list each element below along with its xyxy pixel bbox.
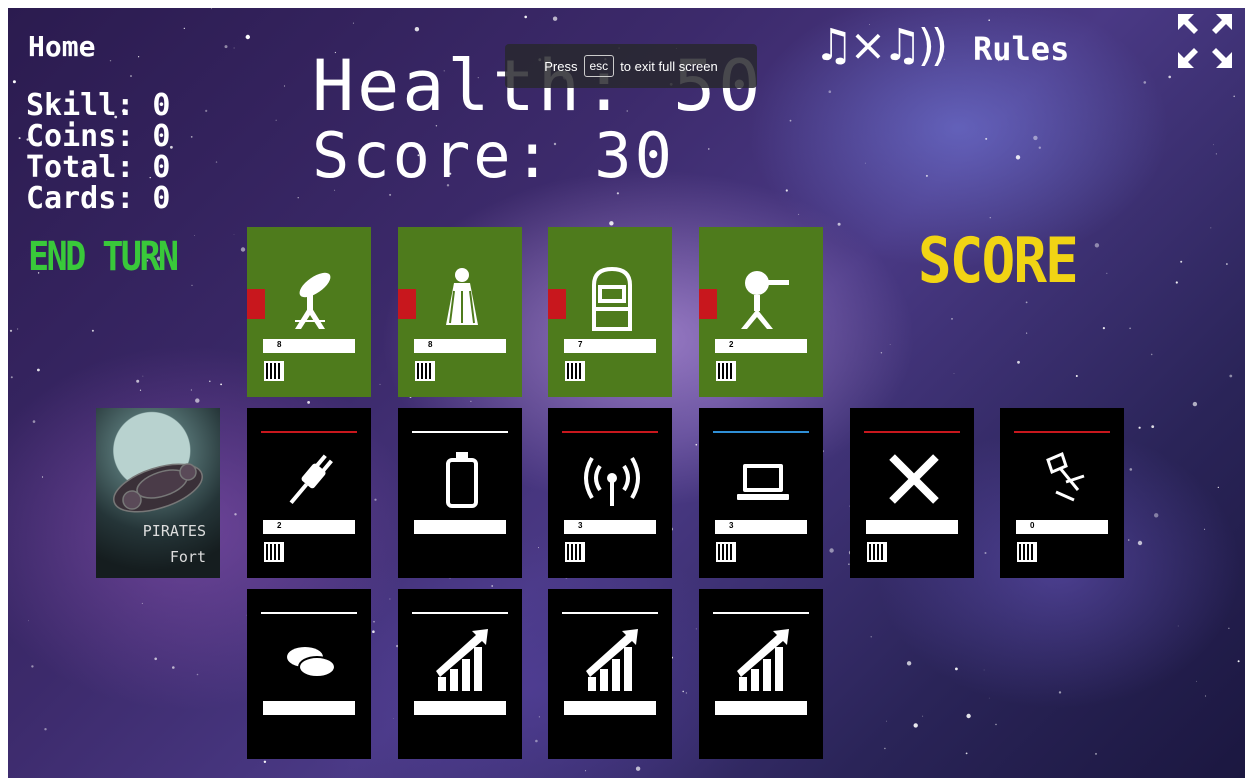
green-card-satellite[interactable]: 8 [247,227,371,397]
qr-code [716,542,736,562]
card-stat-bar: 2 [715,339,807,353]
card-top-line [562,612,658,614]
qr-code [415,361,435,381]
score-display: Score: 30 [312,119,675,192]
card-stat-bar: 8 [414,339,506,353]
growth-chart-icon [586,629,638,691]
card-top-line [864,431,960,433]
cards-stat: Cards: 0 [26,181,171,216]
pirates-subtitle: Fort [169,548,206,566]
end-turn-button[interactable]: END TURN [28,234,179,280]
home-link[interactable]: Home [28,30,95,63]
qr-code [867,542,887,562]
esc-key-badge: esc [583,55,615,77]
fullscreen-exit-toast: Press esc to exit full screen [505,44,757,88]
pirates-title: PIRATES [142,522,206,540]
game-board: Home Skill: 0 Coins: 0 Total: 0 Cards: 0… [8,8,1245,778]
card-stat-bar: 3 [715,520,807,534]
green-card-shuttlecock[interactable]: 8 [398,227,522,397]
stats-panel: Skill: 0 Coins: 0 Total: 0 Cards: 0 [26,90,171,214]
card-top-line [261,431,357,433]
growth-chart-icon [436,629,488,691]
shuttlecock-icon [446,268,478,325]
signal-tower-icon [584,456,640,506]
coins-stat: Coins: 0 [26,119,171,154]
card-top-line [412,612,508,614]
card-top-line [1014,431,1110,433]
black-card-growth-1[interactable] [398,589,522,759]
black-card-signal[interactable]: 3 [548,408,672,578]
red-tab [247,289,265,319]
black-card-laptop[interactable]: 3 [699,408,823,578]
card-stat-bar [414,701,506,715]
black-card-ruler-pencil[interactable] [850,408,974,578]
card-stat-bar: 7 [564,339,656,353]
qr-code [264,542,284,562]
spaceship-icon [113,463,203,513]
total-stat: Total: 0 [26,150,171,185]
qr-code [264,361,284,381]
card-stat-bar [715,701,807,715]
laptop-icon [737,464,789,500]
card-stat-bar [564,701,656,715]
black-card-drone[interactable]: 0 [1000,408,1124,578]
black-card-growth-2[interactable] [548,589,672,759]
music-toggle-icon[interactable]: ♫×♫)) [814,20,948,71]
card-stat-bar: 0 [1016,520,1108,534]
score-button[interactable]: SCORE [918,224,1079,297]
pirates-fort-card[interactable]: PIRATES Fort [96,408,220,578]
card-stat-bar [263,701,355,715]
black-card-coins[interactable] [247,589,371,759]
card-stat-bar [414,520,506,534]
card-top-line [713,612,809,614]
green-card-locker[interactable]: 7 [548,227,672,397]
card-top-line [261,612,357,614]
growth-chart-icon [737,629,789,691]
drone-icon [1046,451,1085,502]
card-top-line [713,431,809,433]
fullscreen-toggle-icon[interactable] [1176,12,1234,70]
ruler-pencil-icon [889,454,939,504]
card-stat-bar [866,520,958,534]
locker-icon [592,266,632,331]
card-stat-bar: 2 [263,520,355,534]
red-tab [548,289,566,319]
card-stat-bar: 8 [263,339,355,353]
battery-icon [446,452,478,508]
plug-icon [289,454,333,505]
card-top-line [412,431,508,433]
black-card-growth-3[interactable] [699,589,823,759]
satellite-dish-icon [295,272,331,329]
coins-icon [287,647,336,678]
qr-code [565,361,585,381]
black-card-battery[interactable] [398,408,522,578]
red-tab [699,289,717,319]
rules-link[interactable]: Rules [973,30,1069,68]
qr-code [716,361,736,381]
green-card-turret[interactable]: 2 [699,227,823,397]
toast-rest-text: to exit full screen [620,58,718,74]
card-top-line [562,431,658,433]
skill-stat: Skill: 0 [26,88,171,123]
red-tab [398,289,416,319]
qr-code [1017,542,1037,562]
toast-press-text: Press [544,58,578,74]
black-card-plug[interactable]: 2 [247,408,371,578]
turret-icon [741,271,789,329]
card-stat-bar: 3 [564,520,656,534]
qr-code [565,542,585,562]
